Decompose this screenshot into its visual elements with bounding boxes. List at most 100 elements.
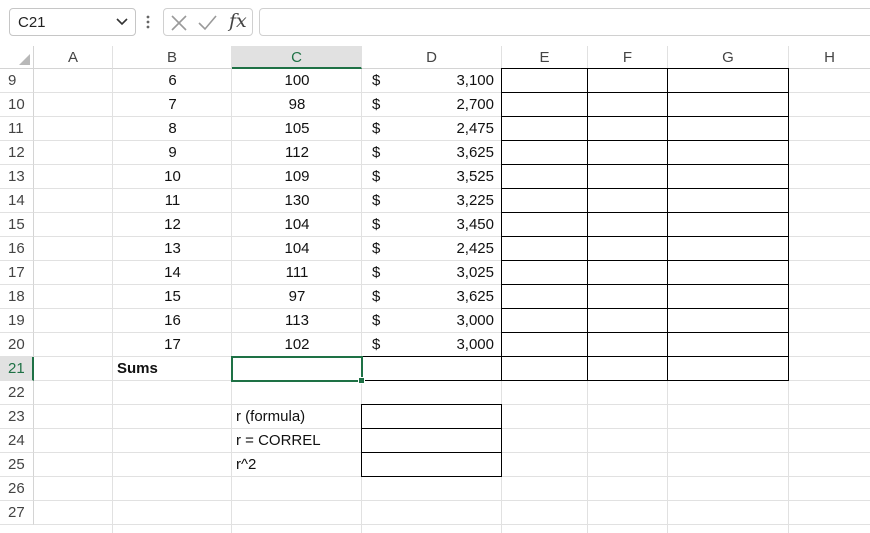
cell-b13[interactable]: 10 [113, 165, 232, 189]
bordered-cell[interactable] [587, 260, 668, 285]
bordered-cell[interactable] [667, 140, 789, 165]
cell-b14[interactable]: 11 [113, 189, 232, 213]
bordered-cell[interactable] [501, 116, 588, 141]
bordered-cell[interactable] [667, 68, 789, 93]
bordered-cell[interactable] [667, 212, 789, 237]
cell-d20[interactable]: 3,000 [362, 333, 502, 357]
bordered-cell[interactable] [587, 236, 668, 261]
result-cell[interactable] [361, 404, 502, 429]
worksheet-grid[interactable]: A B C D E F G H 9 6 100 $3,100 10 7 98 $2,700 11 8 105 $2,4… [0, 46, 870, 533]
cell-d14[interactable]: 3,225 [362, 189, 502, 213]
cell-b16[interactable]: 13 [113, 237, 232, 261]
stat-label[interactable]: r (formula) [232, 405, 362, 429]
formula-input[interactable] [259, 8, 870, 36]
bordered-cell[interactable] [587, 284, 668, 309]
bordered-cell[interactable] [501, 260, 588, 285]
cell-b11[interactable]: 8 [113, 117, 232, 141]
bordered-cell[interactable] [501, 284, 588, 309]
cell-d11[interactable]: 2,475 [362, 117, 502, 141]
column-header-g[interactable]: G [668, 46, 789, 69]
row-header-17[interactable]: 17 [0, 261, 34, 285]
row-header-20[interactable]: 20 [0, 333, 34, 357]
bordered-cell[interactable] [587, 332, 668, 357]
column-header-b[interactable]: B [113, 46, 232, 69]
bordered-cell[interactable] [587, 212, 668, 237]
bordered-cell[interactable] [587, 164, 668, 189]
row-header-12[interactable]: 12 [0, 141, 34, 165]
bordered-cell[interactable] [501, 236, 588, 261]
bordered-cell[interactable] [667, 164, 789, 189]
cell-b17[interactable]: 14 [113, 261, 232, 285]
bordered-cell[interactable] [587, 116, 668, 141]
bordered-cell[interactable] [587, 356, 668, 381]
result-cell[interactable] [361, 452, 502, 477]
cell-b9[interactable]: 6 [113, 69, 232, 93]
checkmark-icon[interactable] [197, 13, 217, 33]
cell-d10[interactable]: 2,700 [362, 93, 502, 117]
stat-label[interactable]: r^2 [232, 453, 362, 477]
bordered-cell[interactable] [501, 332, 588, 357]
bordered-cell[interactable] [667, 236, 789, 261]
bordered-cell[interactable] [667, 284, 789, 309]
column-header-a[interactable]: A [34, 46, 113, 69]
bordered-cell[interactable] [587, 92, 668, 117]
row-header-23[interactable]: 23 [0, 405, 34, 429]
cell-c17[interactable]: 111 [232, 261, 362, 285]
cell-d15[interactable]: 3,450 [362, 213, 502, 237]
cell-c16[interactable]: 104 [232, 237, 362, 261]
active-cell-c21[interactable] [231, 356, 365, 384]
row-header-19[interactable]: 19 [0, 309, 34, 333]
cell-d17[interactable]: 3,025 [362, 261, 502, 285]
select-all-button[interactable] [0, 46, 34, 69]
cell-c10[interactable]: 98 [232, 93, 362, 117]
cell-b18[interactable]: 15 [113, 285, 232, 309]
bordered-cell[interactable] [501, 164, 588, 189]
cell-c18[interactable]: 97 [232, 285, 362, 309]
insert-function-icon[interactable]: fx [229, 10, 247, 32]
row-header-9[interactable]: 9 [0, 69, 34, 93]
bordered-cell[interactable] [501, 308, 588, 333]
bordered-cell[interactable] [587, 140, 668, 165]
cell-c12[interactable]: 112 [232, 141, 362, 165]
cancel-x-icon[interactable] [169, 13, 189, 33]
bordered-cell[interactable] [667, 332, 789, 357]
cell-d13[interactable]: 3,525 [362, 165, 502, 189]
bordered-cell[interactable] [667, 308, 789, 333]
bordered-cell[interactable] [501, 68, 588, 93]
row-header-22[interactable]: 22 [0, 381, 34, 405]
cell-d18[interactable]: 3,625 [362, 285, 502, 309]
cell-d19[interactable]: 3,000 [362, 309, 502, 333]
cell-d12[interactable]: 3,625 [362, 141, 502, 165]
column-header-e[interactable]: E [502, 46, 588, 69]
bordered-cell[interactable] [501, 92, 588, 117]
bordered-cell[interactable] [501, 212, 588, 237]
more-options-icon[interactable] [145, 12, 151, 32]
cell-d16[interactable]: 2,425 [362, 237, 502, 261]
bordered-cell[interactable] [587, 308, 668, 333]
cell-c14[interactable]: 130 [232, 189, 362, 213]
column-header-f[interactable]: F [588, 46, 668, 69]
row-header-27[interactable]: 27 [0, 501, 34, 525]
cell-b19[interactable]: 16 [113, 309, 232, 333]
cell-b15[interactable]: 12 [113, 213, 232, 237]
row-header-24[interactable]: 24 [0, 429, 34, 453]
cell-b20[interactable]: 17 [113, 333, 232, 357]
bordered-cell[interactable] [667, 92, 789, 117]
row-header-18[interactable]: 18 [0, 285, 34, 309]
row-header-25[interactable]: 25 [0, 453, 34, 477]
cell-c11[interactable]: 105 [232, 117, 362, 141]
bordered-cell[interactable] [501, 140, 588, 165]
bordered-cell[interactable] [667, 260, 789, 285]
fill-handle[interactable] [358, 377, 365, 384]
cell-b10[interactable]: 7 [113, 93, 232, 117]
bordered-cell[interactable] [361, 356, 502, 381]
cell-c19[interactable]: 113 [232, 309, 362, 333]
column-header-c[interactable]: C [232, 46, 362, 69]
bordered-cell[interactable] [587, 68, 668, 93]
name-box[interactable]: C21 [9, 8, 136, 36]
row-header-10[interactable]: 10 [0, 93, 34, 117]
stat-label[interactable]: r = CORREL [232, 429, 362, 453]
bordered-cell[interactable] [501, 188, 588, 213]
row-header-14[interactable]: 14 [0, 189, 34, 213]
column-header-d[interactable]: D [362, 46, 502, 69]
